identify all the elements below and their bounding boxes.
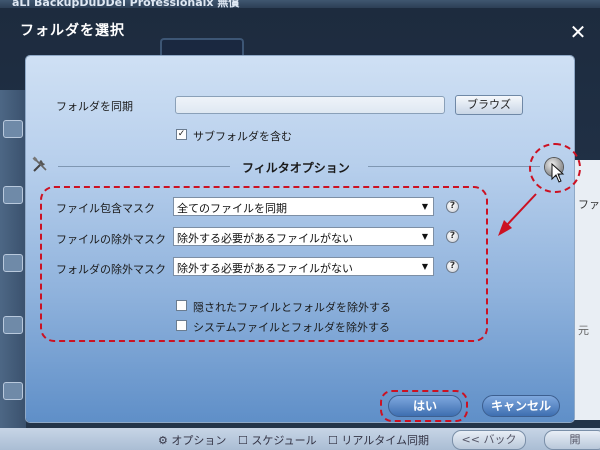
background-tool-icon (3, 186, 23, 204)
annotation-ok-box (380, 390, 468, 422)
tools-icon (32, 156, 47, 172)
background-schedule-item: ☐ スケジュール (238, 434, 317, 447)
background-bottom-bar: ⚙ オプション ☐ スケジュール ☐ リアルタイム同期 << バック 開 (0, 428, 600, 450)
background-cut-text: 元 (578, 324, 589, 337)
background-realtime-item: ☐ リアルタイム同期 (328, 434, 430, 447)
cancel-button[interactable]: キャンセル (482, 395, 560, 417)
section-divider-right (368, 166, 540, 167)
include-subfolders-label: サブフォルダを含む (193, 130, 292, 143)
background-right-panel: ファ 元 (574, 160, 600, 420)
background-tool-icon (3, 120, 23, 138)
dialog-title: フォルダを選択 (20, 23, 125, 39)
background-back-button: << バック (452, 430, 526, 450)
background-tool-icon (3, 316, 23, 334)
background-tool-icon (3, 382, 23, 400)
background-left-toolbar (0, 90, 26, 430)
filter-options-title: フィルタオプション (242, 161, 350, 175)
sync-folder-input[interactable] (175, 96, 445, 114)
background-cut-text: ファ (578, 198, 600, 211)
sync-folder-label: フォルダを同期 (56, 100, 133, 113)
background-app-titlebar: aLl BackupDuDDel Professionalx 無償 (0, 0, 600, 8)
background-options-item: ⚙ オプション (158, 434, 227, 447)
background-next-button: 開 (544, 430, 600, 450)
browse-button[interactable]: ブラウズ (455, 95, 523, 115)
background-app-title: aLl BackupDuDDel Professionalx 無償 (12, 0, 240, 8)
close-icon[interactable]: ✕ (568, 22, 588, 42)
annotation-toggle-circle (529, 143, 581, 193)
include-subfolders-checkbox[interactable]: ✓ (176, 129, 187, 140)
annotation-filter-box (40, 186, 488, 342)
section-divider-left (58, 166, 230, 167)
background-tool-icon (3, 254, 23, 272)
